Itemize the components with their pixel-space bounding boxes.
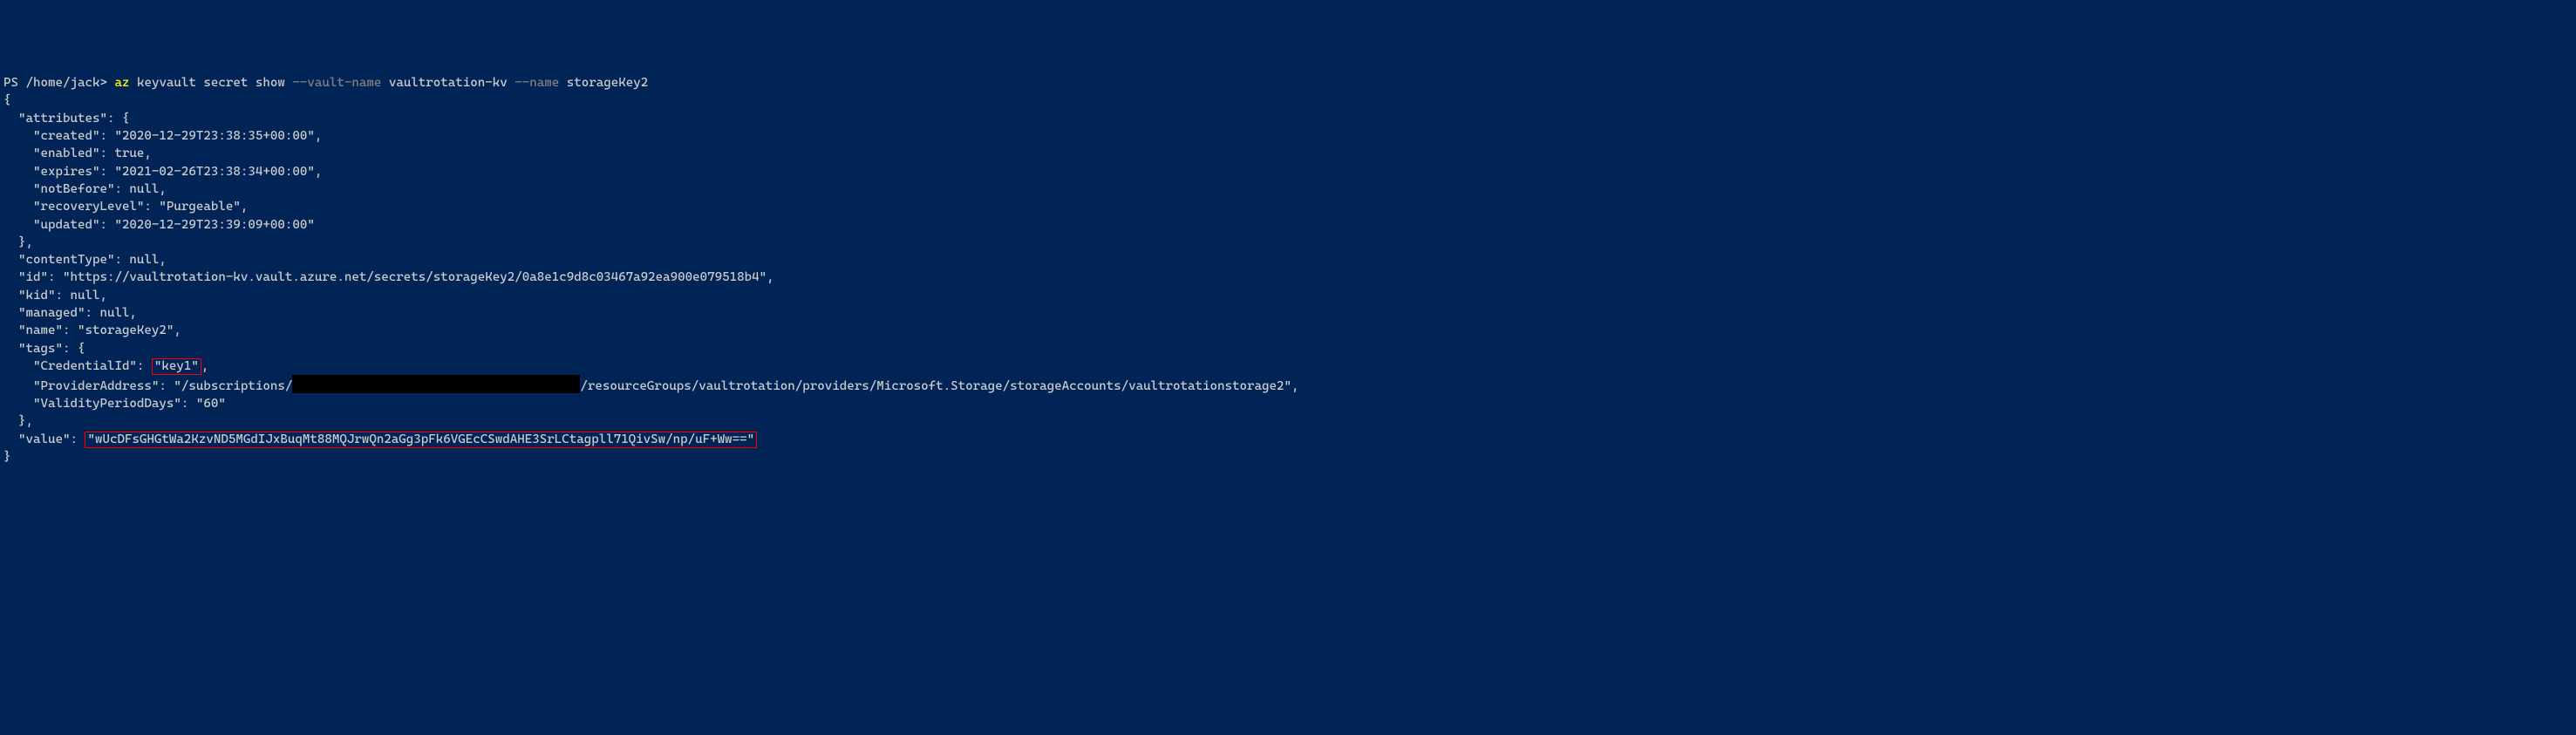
value-highlight: "wUcDFsGHGtWa2KzvND5MGdIJxBuqMt88MQJrwQn… <box>85 432 757 448</box>
json-name: "name": "storageKey2", <box>3 323 181 337</box>
json-attributes-label: "attributes": { <box>3 112 129 126</box>
flag-vault-name: --vault-name <box>292 76 381 90</box>
json-credentialid-pre: "CredentialId": <box>3 359 152 373</box>
redacted-subscription <box>292 375 580 392</box>
json-enabled: "enabled": true, <box>3 146 152 160</box>
json-tags-label: "tags": { <box>3 342 85 356</box>
json-contenttype: "contentType": null, <box>3 253 167 267</box>
arg-name: storageKey2 <box>559 76 648 90</box>
json-updated: "updated": "2020-12-29T23:39:09+00:00" <box>3 218 315 232</box>
prompt-prefix: PS /home/jack> <box>3 76 114 90</box>
json-validity: "ValidityPeriodDays": "60" <box>3 397 226 411</box>
json-provider-pre: "ProviderAddress": "/subscriptions/ <box>3 379 292 393</box>
json-provider-post: /resourceGroups/vaultrotation/providers/… <box>580 379 1298 393</box>
json-id: "id": "https://vaultrotation-kv.vault.az… <box>3 270 774 284</box>
json-attributes-close: }, <box>3 235 33 249</box>
terminal-output: PS /home/jack> az keyvault secret show -… <box>3 76 1298 464</box>
json-tags-close: }, <box>3 414 33 428</box>
json-credentialid-post: , <box>201 359 209 373</box>
json-notbefore: "notBefore": null, <box>3 182 167 196</box>
flag-name: --name <box>515 76 559 90</box>
json-managed: "managed": null, <box>3 306 137 320</box>
json-created: "created": "2020-12-29T23:38:35+00:00", <box>3 129 322 143</box>
json-close-brace: } <box>3 450 11 464</box>
command-args: keyvault secret show <box>129 76 292 90</box>
json-value-pre: "value": <box>3 432 85 446</box>
json-kid: "kid": null, <box>3 289 107 303</box>
json-expires: "expires": "2021-02-26T23:38:34+00:00", <box>3 165 322 179</box>
command-az: az <box>114 76 129 90</box>
arg-vault-name: vaultrotation-kv <box>381 76 515 90</box>
credentialid-highlight: "key1" <box>152 358 201 375</box>
json-open-brace: { <box>3 93 11 107</box>
json-recoverylevel: "recoveryLevel": "Purgeable", <box>3 200 248 214</box>
